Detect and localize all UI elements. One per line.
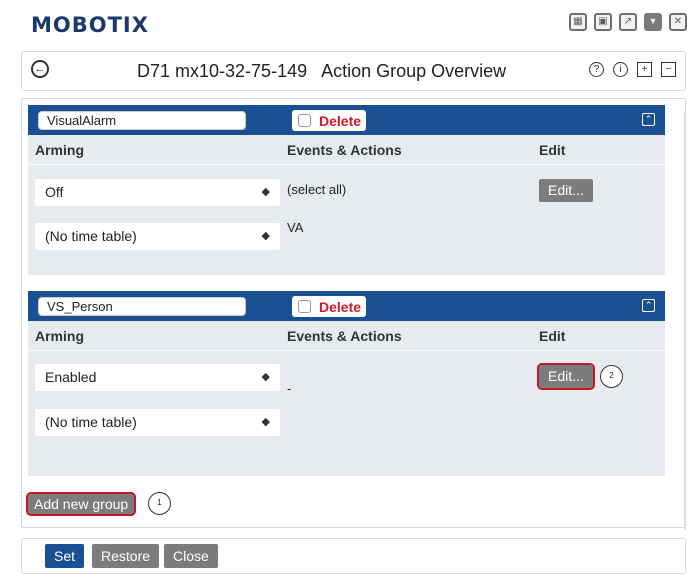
close-button[interactable]: Close bbox=[164, 544, 218, 568]
action-group: VisualAlarm Delete ⌃ Arming Events & Act… bbox=[28, 105, 665, 275]
edit-button[interactable]: Edit... bbox=[539, 179, 593, 202]
brand-logo: MOBOTIX bbox=[31, 13, 149, 37]
restore-button[interactable]: Restore bbox=[92, 544, 160, 568]
action-group: VS_Person Delete ⌃ Arming Events & Actio… bbox=[28, 291, 665, 476]
col-arming: Arming bbox=[35, 142, 84, 158]
col-events-actions: Events & Actions bbox=[287, 142, 402, 158]
collapse-icon[interactable]: ⌃ bbox=[642, 113, 655, 126]
delete-label: Delete bbox=[319, 298, 362, 315]
divider bbox=[28, 350, 665, 351]
time-table-value: (No time table) bbox=[45, 414, 137, 430]
group-header: VS_Person Delete ⌃ bbox=[28, 291, 665, 321]
expand-all-icon[interactable]: + bbox=[637, 62, 652, 77]
checkbox-icon[interactable] bbox=[298, 300, 311, 313]
delete-label: Delete bbox=[319, 112, 362, 129]
arming-select[interactable]: Enabled ◆ bbox=[35, 364, 280, 391]
checkbox-icon[interactable] bbox=[298, 114, 311, 127]
callout-badge: 1 bbox=[148, 492, 171, 515]
divider bbox=[28, 164, 665, 165]
col-arming: Arming bbox=[35, 328, 84, 344]
collapse-all-icon[interactable]: − bbox=[661, 62, 676, 77]
time-table-select[interactable]: (No time table) ◆ bbox=[35, 223, 280, 250]
back-icon[interactable]: ← bbox=[31, 60, 49, 78]
events-item[interactable]: VA bbox=[287, 220, 303, 235]
delete-checkbox[interactable]: Delete bbox=[292, 110, 366, 131]
group-name-input[interactable]: VS_Person bbox=[38, 297, 246, 316]
page-name: Action Group Overview bbox=[321, 61, 507, 81]
grid-view-icon[interactable]: ▦ bbox=[569, 13, 587, 31]
group-header: VisualAlarm Delete ⌃ bbox=[28, 105, 665, 135]
set-button[interactable]: Set bbox=[45, 544, 85, 568]
select-arrows-icon: ◆ bbox=[261, 416, 270, 428]
time-table-select[interactable]: (No time table) ◆ bbox=[35, 409, 280, 436]
arming-value: Enabled bbox=[45, 369, 97, 385]
title-bar: ← D71 mx10-32-75-149 Action Group Overvie… bbox=[21, 51, 686, 91]
info-icon[interactable]: i bbox=[613, 62, 628, 77]
close-icon[interactable]: ✕ bbox=[669, 13, 687, 31]
arming-select[interactable]: Off ◆ bbox=[35, 179, 280, 206]
time-table-value: (No time table) bbox=[45, 228, 137, 244]
collapse-icon[interactable]: ⌃ bbox=[642, 299, 655, 312]
col-edit: Edit bbox=[539, 328, 566, 344]
events-select-all[interactable]: (select all) bbox=[287, 182, 346, 197]
help-icon[interactable]: ? bbox=[589, 62, 604, 77]
device-name: D71 mx10-32-75-149 bbox=[137, 61, 308, 81]
col-edit: Edit bbox=[539, 142, 566, 158]
page-title: D71 mx10-32-75-149 Action Group Overview bbox=[137, 61, 506, 82]
group-name-input[interactable]: VisualAlarm bbox=[38, 111, 246, 130]
callout-badge: 2 bbox=[600, 365, 623, 388]
select-arrows-icon: ◆ bbox=[261, 186, 270, 198]
scrollbar[interactable] bbox=[684, 112, 686, 530]
window-icon[interactable]: ▣ bbox=[594, 13, 612, 31]
window-controls: ▦ ▣ ↗ ▾ ✕ bbox=[569, 13, 687, 31]
events-item: - bbox=[287, 381, 292, 396]
select-arrows-icon: ◆ bbox=[261, 230, 270, 242]
delete-checkbox[interactable]: Delete bbox=[292, 296, 366, 317]
select-arrows-icon: ◆ bbox=[261, 371, 270, 383]
edit-button[interactable]: Edit... bbox=[537, 363, 595, 390]
dropdown-icon[interactable]: ▾ bbox=[644, 13, 662, 31]
col-events-actions: Events & Actions bbox=[287, 328, 402, 344]
arming-value: Off bbox=[45, 184, 64, 200]
open-external-icon[interactable]: ↗ bbox=[619, 13, 637, 31]
title-icons: ? i + − bbox=[589, 62, 676, 77]
add-new-group-button[interactable]: Add new group bbox=[25, 492, 137, 516]
footer-bar: Set Restore Close bbox=[21, 538, 686, 574]
